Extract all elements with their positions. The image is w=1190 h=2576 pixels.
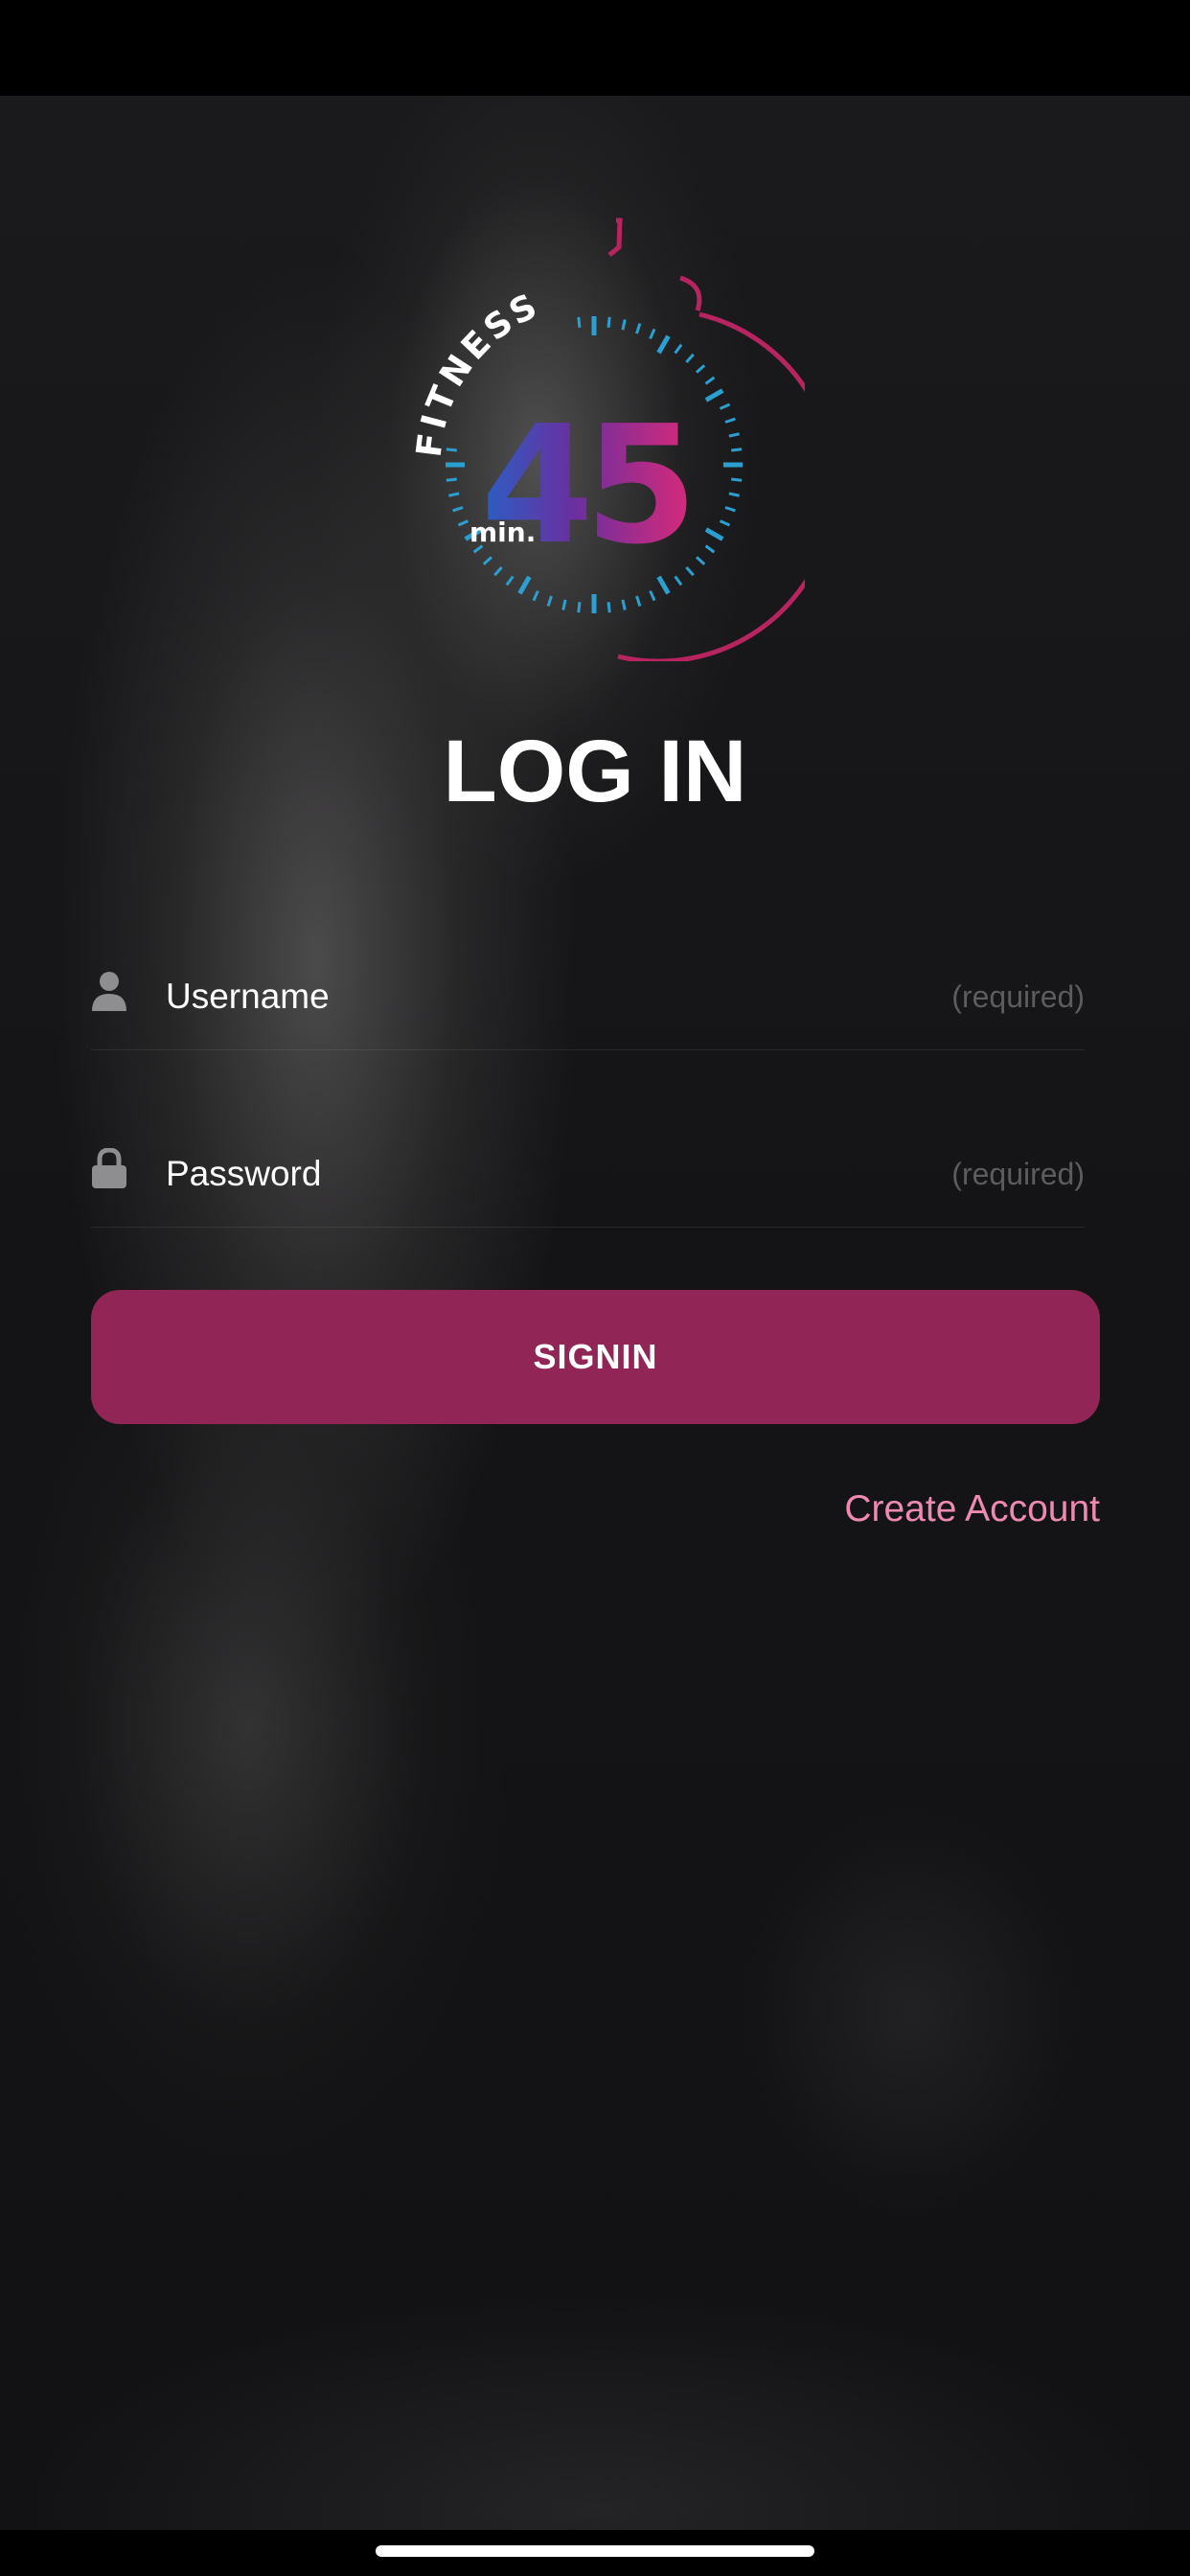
stopwatch-tick [696, 364, 706, 374]
logo-number: 45 [481, 391, 689, 581]
home-indicator[interactable] [376, 2545, 814, 2557]
password-required-hint: (required) [951, 1157, 1085, 1191]
stopwatch-tick [704, 544, 716, 554]
login-screen: FITNESS 45 min. LOG IN (required) (requi… [0, 0, 1190, 2576]
stopwatch-tick [577, 602, 582, 613]
create-account-link[interactable]: Create Account [844, 1481, 1100, 1538]
stopwatch-tick [621, 319, 627, 331]
stopwatch-tick [656, 334, 671, 355]
logo-unit: min. [469, 517, 536, 548]
stopwatch-tick [719, 519, 731, 527]
stopwatch-tick [728, 492, 740, 497]
password-field[interactable]: (required) [91, 1121, 1085, 1228]
user-icon [92, 972, 126, 1011]
signin-button[interactable]: SIGNIN [91, 1290, 1100, 1424]
username-required-hint: (required) [951, 979, 1085, 1014]
stopwatch-tick [446, 477, 457, 482]
stopwatch-tick [704, 527, 724, 541]
username-input[interactable] [166, 944, 913, 1049]
stopwatch-tick [606, 316, 611, 328]
stopwatch-tick [649, 589, 656, 602]
stopwatch-tick [685, 353, 695, 363]
stopwatch-tick [674, 343, 683, 355]
stopwatch-tick [731, 477, 743, 482]
stopwatch-tick [704, 376, 716, 385]
status-bar [0, 0, 1190, 96]
stopwatch-tick [457, 519, 469, 527]
stopwatch-tick [635, 323, 642, 334]
stopwatch-tick [606, 602, 611, 613]
password-input[interactable] [166, 1121, 913, 1227]
username-field[interactable]: (required) [91, 944, 1085, 1050]
app-logo: FITNESS 45 min. [410, 218, 805, 661]
lock-icon [92, 1148, 126, 1188]
stopwatch-tick [635, 595, 642, 607]
stopwatch-tick [649, 328, 656, 340]
page-title: LOG IN [443, 723, 747, 820]
stopwatch-tick [728, 432, 740, 438]
stopwatch-tick [452, 506, 464, 513]
stopwatch-tick [546, 595, 553, 607]
stopwatch-tick [704, 388, 724, 402]
stopwatch-tick [448, 492, 460, 497]
stopwatch-tick [577, 316, 582, 328]
stopwatch-tick [719, 402, 731, 410]
stopwatch-tick [724, 506, 736, 513]
stopwatch-tick [532, 589, 539, 602]
stopwatch-tick [731, 448, 743, 452]
stopwatch-tick [696, 556, 706, 565]
stopwatch-tick [621, 599, 627, 610]
stopwatch-tick [561, 599, 567, 610]
stopwatch-tick [724, 417, 736, 424]
